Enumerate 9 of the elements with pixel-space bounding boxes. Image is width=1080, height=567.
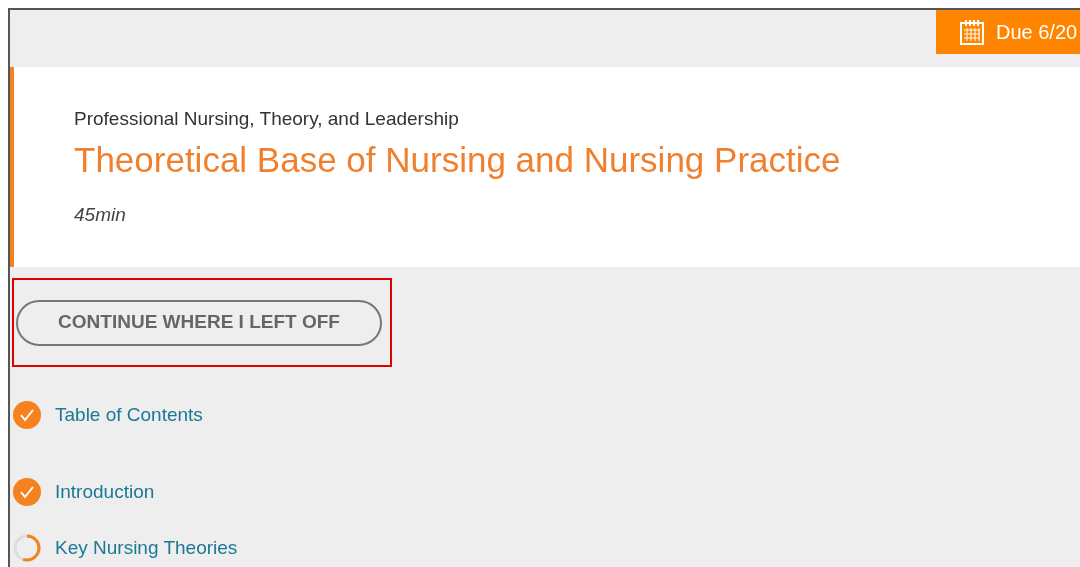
section-link[interactable]: Introduction [55,477,155,507]
course-name: Professional Nursing, Theory, and Leadership [74,107,460,131]
lesson-title: Theoretical Base of Nursing and Nursing Practice [74,138,842,181]
duration-text: 45min [74,203,127,228]
due-badge: Due 6/20 [936,10,1080,54]
continue-button[interactable]: CONTINUE WHERE I LEFT OFF [16,299,382,346]
section-link[interactable]: Table of Contents [55,400,203,430]
calendar-icon [960,19,984,45]
section-link[interactable]: Key Nursing Theories [55,533,238,563]
